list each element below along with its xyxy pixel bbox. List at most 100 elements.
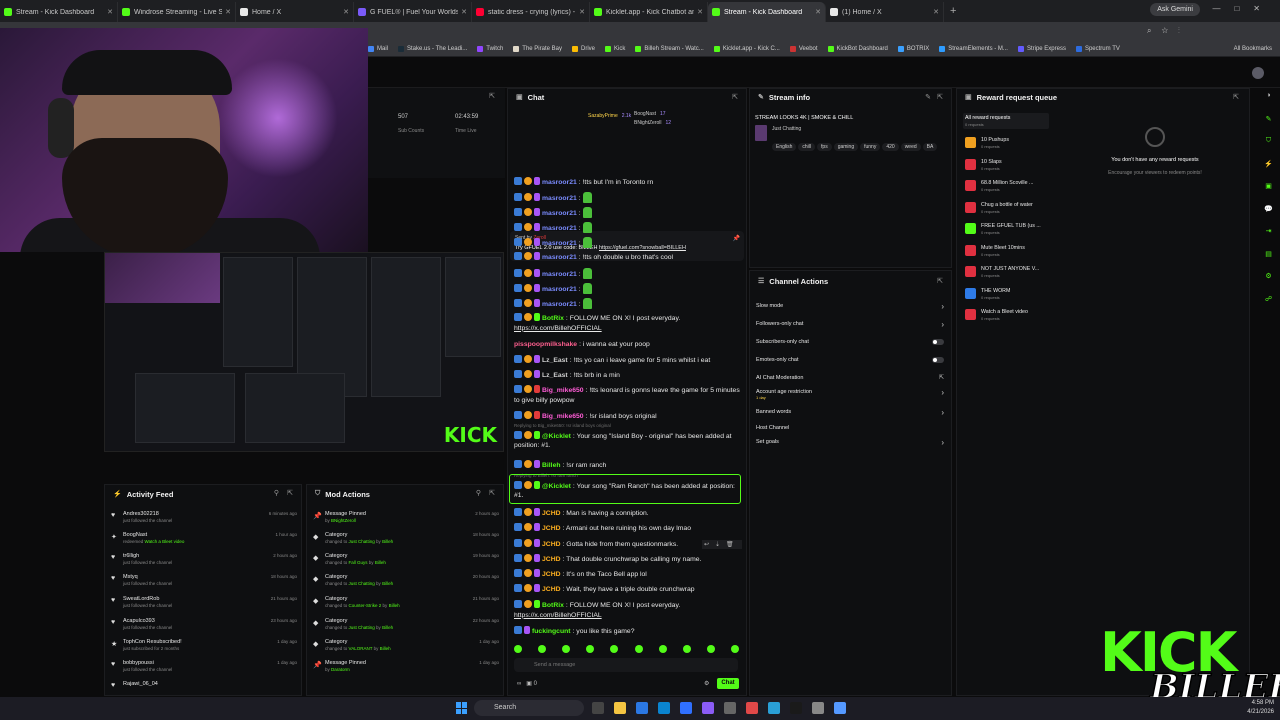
avatar[interactable] bbox=[1252, 67, 1264, 79]
chat-message[interactable]: JCHD: Armani out here ruining his own da… bbox=[514, 523, 742, 534]
browser-tab[interactable]: G FUEL® | Fuel Your Worlds with✕ bbox=[354, 2, 472, 22]
chat-message[interactable]: Big_mike650: !tts leonard is gonns leave… bbox=[514, 385, 742, 405]
bookmark-item[interactable]: Stripe Express bbox=[1017, 46, 1066, 52]
mod-popout-icon[interactable]: ⇱ bbox=[489, 489, 495, 497]
all-rewards-filter[interactable]: All reward requests 0 requests bbox=[963, 113, 1049, 129]
chat-message[interactable]: Lz_East: !tts yo can i leave game for 5 … bbox=[514, 355, 742, 366]
chat-username[interactable]: JCHD bbox=[542, 571, 561, 578]
browser-tab[interactable]: Windrose Streaming - Live Stre ✕ bbox=[118, 2, 236, 22]
taskbar-app-icon[interactable] bbox=[834, 702, 846, 714]
chat-username[interactable]: BotRix bbox=[542, 602, 564, 609]
emote-icon[interactable] bbox=[562, 645, 571, 653]
toolbar-icons[interactable]: ⌕☆⋮ bbox=[1147, 26, 1190, 36]
chat-username[interactable]: JCHD bbox=[542, 586, 561, 593]
chat-message[interactable]: masroor21: bbox=[514, 207, 742, 219]
taskbar-app-icon[interactable] bbox=[680, 702, 692, 714]
bookmark-item[interactable]: Drive bbox=[571, 46, 595, 52]
emote-icon[interactable] bbox=[538, 645, 547, 653]
chat-message[interactable]: masroor21: bbox=[514, 192, 742, 204]
chat-username[interactable]: JCHD bbox=[542, 556, 561, 563]
bookmark-item[interactable]: Veebot bbox=[789, 46, 818, 52]
chat-username[interactable]: masroor21 bbox=[542, 225, 577, 232]
top-chatter[interactable]: BoogNast 17 bbox=[634, 111, 666, 117]
chevron-right-icon[interactable]: › bbox=[941, 320, 944, 329]
chevron-right-icon[interactable]: › bbox=[941, 408, 944, 417]
edit-icon[interactable]: ✎ bbox=[925, 93, 931, 101]
chat-input[interactable]: Send a message bbox=[514, 658, 738, 672]
taskbar-app-icon[interactable] bbox=[636, 702, 648, 714]
sidebar-tool-icon[interactable]: ✎ bbox=[1263, 115, 1274, 126]
bookmark-item[interactable]: StreamElements - M... bbox=[939, 46, 1008, 52]
chat-message[interactable]: Replying to Big_mike650: !sr island boys… bbox=[514, 423, 742, 451]
window-controls[interactable]: —□✕ bbox=[1212, 4, 1274, 13]
chat-message[interactable]: JCHD: That double crunchwrap be calling … bbox=[514, 554, 742, 565]
chat-message[interactable]: BotRix: FOLLOW ME ON X! I post everyday.… bbox=[514, 600, 742, 620]
bookmark-item[interactable]: Mail bbox=[368, 46, 388, 52]
chat-username[interactable]: Big_mike650 bbox=[542, 413, 584, 420]
chat-popout-icon[interactable]: ⇱ bbox=[732, 93, 738, 101]
taskbar-app-icon[interactable] bbox=[658, 702, 670, 714]
taskbar-app-icon[interactable] bbox=[790, 702, 802, 714]
windows-start-icon[interactable] bbox=[456, 702, 468, 714]
taskbar-app-icon[interactable] bbox=[746, 702, 758, 714]
bookmark-item[interactable]: Twitch bbox=[477, 46, 503, 52]
channel-action-row[interactable]: Followers-only chat › bbox=[756, 320, 948, 329]
chat-username[interactable]: JCHD bbox=[542, 510, 561, 517]
chevron-right-icon[interactable]: › bbox=[941, 388, 944, 397]
close-tab-icon[interactable]: ✕ bbox=[815, 8, 821, 16]
chat-message[interactable]: BotRix: FOLLOW ME ON X! I post everyday.… bbox=[514, 313, 742, 333]
channel-action-row[interactable]: Account age restriction 1 day › bbox=[756, 388, 948, 400]
sidebar-tool-icon[interactable]: ⛉ bbox=[1263, 137, 1274, 148]
chevron-right-icon[interactable]: › bbox=[941, 302, 944, 311]
chat-username[interactable]: masroor21 bbox=[542, 286, 577, 293]
new-tab-button[interactable]: + bbox=[944, 5, 962, 17]
chat-username[interactable]: masroor21 bbox=[542, 210, 577, 217]
taskbar-app-icon[interactable] bbox=[614, 702, 626, 714]
channel-actions-popout-icon[interactable]: ⇱ bbox=[937, 277, 943, 285]
bookmark-item[interactable]: KickBot Dashboard bbox=[827, 46, 888, 52]
sidebar-tool-icon[interactable]: ☍ bbox=[1263, 295, 1274, 306]
chat-username[interactable]: masroor21 bbox=[542, 301, 577, 308]
chat-message[interactable]: masroor21: bbox=[514, 283, 742, 295]
toggle-switch[interactable] bbox=[932, 339, 944, 345]
chat-username[interactable]: masroor21 bbox=[542, 179, 577, 186]
chat-username[interactable]: @Kicklet bbox=[542, 433, 571, 440]
chat-send-button[interactable]: Chat bbox=[717, 678, 739, 689]
stream-preview[interactable]: KICK bbox=[104, 252, 504, 452]
chat-link[interactable]: https://x.com/BillehOFFICIAL bbox=[514, 612, 602, 619]
emote-icon[interactable] bbox=[706, 645, 715, 653]
browser-tab[interactable]: Home / X ✕ bbox=[236, 2, 354, 22]
chat-message[interactable]: masroor21: bbox=[514, 268, 742, 280]
channel-action-row[interactable]: Subscribers-only chat bbox=[756, 339, 948, 345]
sidebar-tool-icon[interactable]: ▤ bbox=[1263, 250, 1274, 261]
chat-username[interactable]: Lz_East bbox=[542, 357, 568, 364]
taskbar-app-icon[interactable] bbox=[702, 702, 714, 714]
emote-icon[interactable] bbox=[658, 645, 667, 653]
channel-action-row[interactable]: Emotes-only chat bbox=[756, 357, 948, 363]
chat-username[interactable]: fuckingcunt bbox=[532, 628, 571, 635]
chat-username[interactable]: pisspoopmilkshake bbox=[514, 341, 577, 348]
sidebar-tool-icon[interactable]: ⚙ bbox=[1263, 272, 1274, 283]
chat-message[interactable]: JCHD: Wait, they have a triple double cr… bbox=[514, 584, 742, 595]
emote-icon[interactable] bbox=[514, 645, 522, 653]
external-link-icon[interactable]: ⇱ bbox=[939, 374, 944, 381]
channel-action-row[interactable]: Host Channel bbox=[756, 425, 948, 431]
bookmark-item[interactable]: Billeh Stream - Watc... bbox=[635, 46, 704, 52]
chat-username[interactable]: JCHD bbox=[542, 525, 561, 532]
browser-tab[interactable]: Stream - Kick Dashboard ✕ bbox=[0, 2, 118, 22]
chat-username[interactable]: BotRix bbox=[542, 315, 564, 322]
close-tab-icon[interactable]: ✕ bbox=[579, 8, 585, 16]
emote-icon[interactable] bbox=[730, 645, 739, 653]
sidebar-tool-icon[interactable]: ⇥ bbox=[1263, 227, 1274, 238]
sidebar-tool-icon[interactable]: ▣ bbox=[1263, 182, 1274, 193]
all-bookmarks-link[interactable]: All Bookmarks bbox=[1234, 46, 1272, 52]
bookmark-item[interactable]: BOTRIX bbox=[897, 46, 929, 52]
chat-message[interactable]: Lz_East: !tts brb in a min bbox=[514, 370, 742, 381]
popout-icon[interactable]: ⇱ bbox=[489, 92, 495, 100]
close-tab-icon[interactable]: ✕ bbox=[343, 8, 349, 16]
taskbar-app-icon[interactable] bbox=[812, 702, 824, 714]
taskbar-app-icon[interactable] bbox=[768, 702, 780, 714]
chat-message[interactable]: masroor21: !tts oh double u bro that's c… bbox=[514, 252, 742, 263]
close-tab-icon[interactable]: ✕ bbox=[107, 8, 113, 16]
channel-action-row[interactable]: Slow mode › bbox=[756, 302, 948, 311]
